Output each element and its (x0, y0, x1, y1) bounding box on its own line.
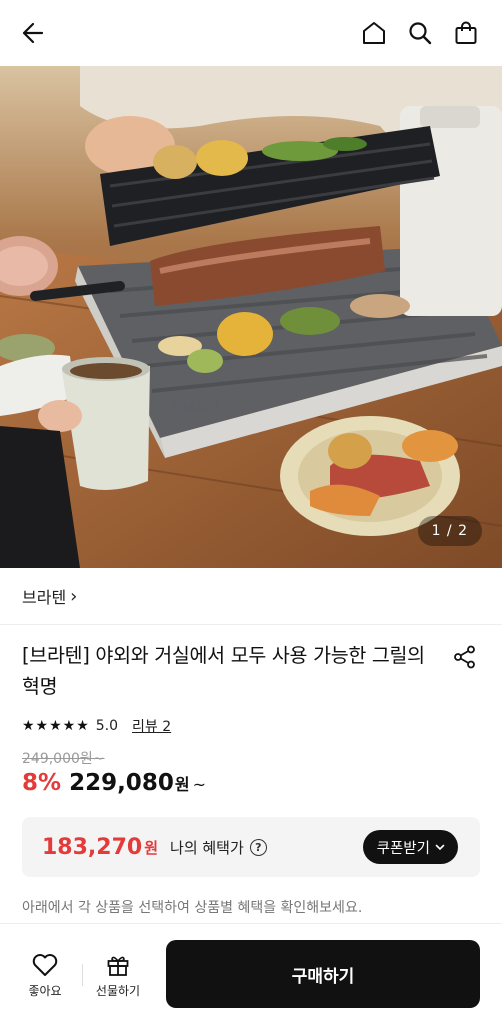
sale-price-currency: 원 (174, 775, 190, 794)
brand-name: 브라텐 (22, 588, 67, 607)
product-title: [브라텐] 야외와 거실에서 모두 사용 가능한 그릴의 혁명 (22, 644, 425, 698)
share-icon[interactable] (452, 644, 478, 670)
top-navigation-bar (0, 0, 502, 66)
like-button[interactable]: 좋아요 (20, 952, 70, 999)
help-icon[interactable]: ? (249, 838, 267, 856)
product-title-block: [브라텐] 야외와 거실에서 모두 사용 가능한 그릴의 혁명 (22, 640, 432, 702)
home-icon[interactable] (360, 19, 388, 47)
benefit-label: 나의 혜택가 (170, 838, 244, 857)
buy-button[interactable]: 구매하기 (166, 940, 480, 1008)
like-label: 좋아요 (28, 984, 62, 998)
rating-score: 5.0 (95, 718, 119, 734)
review-link[interactable]: 리뷰 2 (132, 716, 171, 736)
brand-row[interactable]: 브라텐 › (0, 568, 502, 625)
my-benefit-box: 183,270 원 나의 혜택가 ? 쿠폰받기 (22, 817, 480, 877)
gift-icon (107, 956, 129, 976)
product-image-gallery[interactable]: Braten 1 / 2 (0, 66, 502, 568)
search-icon[interactable] (406, 19, 434, 47)
benefit-currency: 원 (144, 838, 159, 857)
header-actions (360, 19, 480, 47)
chevron-down-icon (435, 844, 445, 851)
coupon-button-label: 쿠폰받기 (376, 840, 430, 857)
arrow-left-icon[interactable] (18, 19, 46, 47)
shopping-bag-icon[interactable] (452, 19, 480, 47)
option-notice: 아래에서 각 상품을 선택하여 상품별 혜택을 확인해보세요. (22, 900, 363, 916)
bottom-action-bar: 좋아요 선물하기 구매하기 (0, 924, 502, 1024)
product-logo-text: Braten (171, 396, 220, 416)
gift-button[interactable]: 선물하기 (93, 952, 143, 999)
product-photo: Braten (0, 66, 502, 568)
coupon-button[interactable]: 쿠폰받기 (362, 830, 458, 864)
rating-row: ★★★★★ 5.0 리뷰 2 (22, 714, 171, 738)
bottom-divider (82, 964, 83, 986)
price-row: 8% 229,080 원 ~ (22, 770, 206, 796)
gallery-page-indicator: 1 / 2 (417, 516, 482, 546)
original-price: 249,000원~ (22, 751, 105, 767)
sale-price-tilde: ~ (192, 775, 206, 794)
discount-rate: 8% (22, 770, 62, 796)
sale-price: 229,080 (69, 770, 174, 796)
chevron-right-icon: › (70, 585, 78, 607)
rating-stars: ★★★★★ (22, 718, 90, 734)
gift-label: 선물하기 (95, 984, 141, 998)
brand-link[interactable]: 브라텐 › (22, 584, 77, 608)
heart-icon (32, 954, 58, 976)
benefit-price: 183,270 (42, 834, 143, 860)
